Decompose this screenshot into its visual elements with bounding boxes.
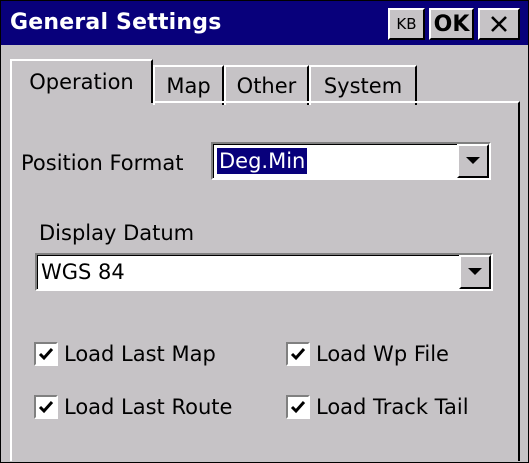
check-icon: [38, 401, 54, 414]
tab-operation[interactable]: Operation: [10, 59, 153, 107]
display-datum-value: WGS 84: [41, 260, 125, 284]
ok-button[interactable]: OK: [429, 8, 474, 40]
close-icon: [491, 16, 507, 32]
check-icon: [38, 348, 54, 361]
position-format-value: Deg.Min: [217, 148, 308, 174]
display-datum-label: Display Datum: [39, 221, 195, 245]
chevron-down-icon: [468, 268, 482, 275]
display-datum-dropdown-button[interactable]: [459, 255, 491, 289]
tab-system[interactable]: System: [309, 65, 417, 105]
load-last-map-checkbox[interactable]: Load Last Map: [34, 342, 216, 366]
load-wp-file-checkbox[interactable]: Load Wp File: [286, 342, 449, 366]
tab-map[interactable]: Map: [153, 65, 224, 105]
check-icon: [290, 348, 306, 361]
tab-other[interactable]: Other: [224, 65, 309, 105]
load-last-route-checkbox[interactable]: Load Last Route: [34, 395, 232, 419]
window-title: General Settings: [10, 10, 222, 35]
title-bar[interactable]: General Settings KB OK: [1, 1, 528, 45]
position-format-dropdown-button[interactable]: [457, 144, 489, 178]
load-last-route-label: Load Last Route: [64, 395, 233, 419]
load-last-map-label: Load Last Map: [64, 342, 216, 366]
load-wp-file-label: Load Wp File: [316, 342, 449, 366]
settings-window: General Settings KB OK Operation Map Oth…: [0, 0, 529, 463]
load-track-tail-checkbox[interactable]: Load Track Tail: [286, 395, 469, 419]
close-button[interactable]: [478, 8, 520, 40]
check-icon: [290, 401, 306, 414]
position-format-select[interactable]: Deg.Min: [211, 142, 491, 180]
display-datum-select[interactable]: WGS 84: [35, 253, 493, 291]
keyboard-button[interactable]: KB: [388, 8, 425, 40]
position-format-label: Position Format: [21, 151, 184, 175]
load-track-tail-label: Load Track Tail: [316, 395, 469, 419]
chevron-down-icon: [466, 157, 480, 164]
